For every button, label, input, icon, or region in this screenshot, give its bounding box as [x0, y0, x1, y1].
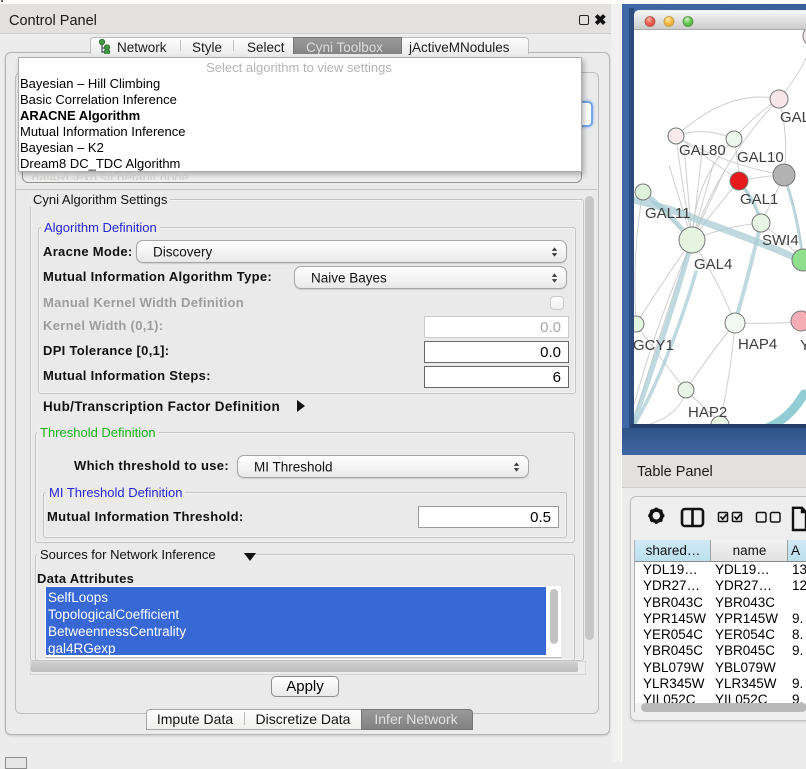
svg-text:GAL80: GAL80 — [679, 142, 726, 159]
svg-text:GAL7: GAL7 — [780, 109, 806, 126]
svg-text:GAL4: GAL4 — [694, 256, 732, 273]
svg-text:HAP2: HAP2 — [688, 404, 727, 421]
svg-text:GCY1: GCY1 — [634, 337, 674, 354]
svg-text:GAL10: GAL10 — [737, 149, 784, 166]
svg-text:Y: Y — [800, 337, 806, 354]
svg-text:GAL11: GAL11 — [645, 205, 691, 222]
svg-text:GAL1: GAL1 — [740, 191, 778, 208]
svg-text:HAP4: HAP4 — [738, 336, 777, 353]
svg-text:SWI4: SWI4 — [762, 232, 799, 249]
